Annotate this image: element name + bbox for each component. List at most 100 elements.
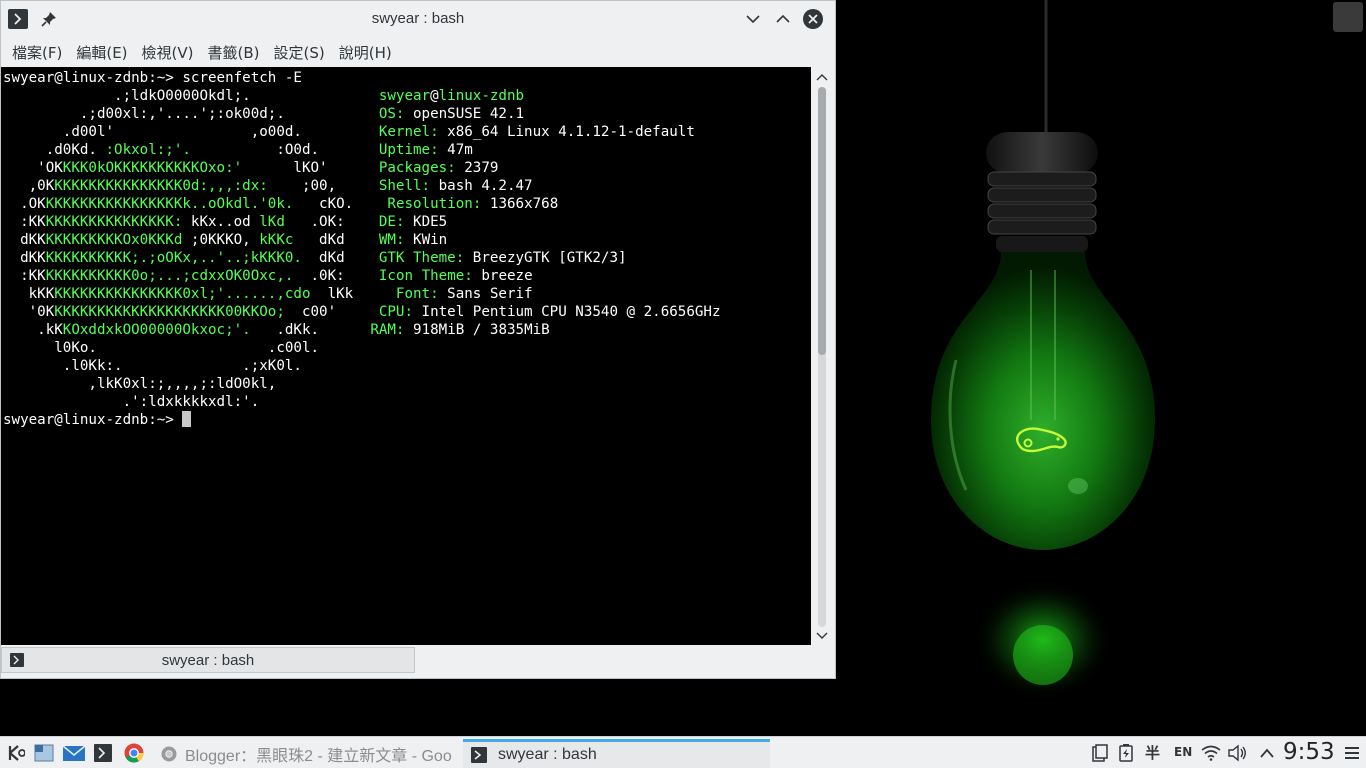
info-value: KDE5 bbox=[404, 214, 448, 230]
wifi-icon bbox=[1201, 745, 1221, 761]
info-key: Packages: bbox=[378, 160, 456, 176]
ascii-segment: .dKk. bbox=[250, 322, 371, 338]
menu-help[interactable]: 說明(H) bbox=[332, 42, 399, 63]
mail-icon bbox=[63, 745, 85, 761]
desktop-icon bbox=[34, 744, 54, 762]
ascii-segment: KKKKKKKKKKKKKKK0xl;'......,cdo bbox=[54, 286, 311, 302]
info-value: x86_64 Linux 4.1.12-1-default bbox=[438, 124, 695, 140]
network-tray[interactable] bbox=[1201, 744, 1221, 762]
clipboard-tray[interactable] bbox=[1091, 744, 1109, 762]
konsole-launcher[interactable] bbox=[94, 744, 112, 762]
ascii-segment: ,lkK0xl:;,,,,;:ldO0kl, bbox=[3, 376, 379, 392]
info-key: OS: bbox=[378, 106, 405, 122]
terminal-output[interactable]: swyear@linux-zdnb:~> screenfetch -E .;ld… bbox=[1, 67, 811, 645]
application-launcher[interactable] bbox=[7, 744, 25, 762]
ascii-segment: ;0KKKO, bbox=[182, 232, 260, 248]
ascii-segment: :Okxol:;'. bbox=[105, 142, 191, 158]
show-desktop-launcher[interactable] bbox=[34, 744, 54, 762]
ascii-segment: KOxddxkOO00000Okxoc;'. bbox=[62, 322, 251, 338]
ascii-segment: dKd bbox=[293, 232, 379, 248]
tab-swyear-bash[interactable]: swyear : bash bbox=[1, 647, 415, 673]
speaker-icon bbox=[1228, 744, 1246, 762]
task-label: swyear : bash bbox=[498, 746, 597, 763]
info-value: KWin bbox=[404, 232, 448, 248]
info-key: Resolution: bbox=[387, 196, 482, 212]
ascii-segment: :KK bbox=[3, 268, 46, 284]
info-value: Intel Pentium CPU N3540 @ 2.6656GHz bbox=[413, 304, 721, 320]
ascii-segment: ;00, bbox=[267, 178, 379, 194]
kde-logo-icon bbox=[8, 745, 25, 761]
terminal-icon bbox=[471, 747, 487, 763]
info-value: 1366x768 bbox=[481, 196, 559, 212]
info-value: 918MiB / 3835MiB bbox=[404, 322, 550, 338]
keyboard-layout-tray[interactable]: EN bbox=[1174, 745, 1192, 759]
tab-label: swyear : bash bbox=[161, 651, 255, 669]
info-value: 2379 bbox=[455, 160, 499, 176]
chrome-launcher[interactable] bbox=[124, 743, 144, 763]
lightbulb-wallpaper-image bbox=[931, 0, 1155, 700]
maximize-button[interactable] bbox=[772, 8, 794, 30]
chrome-icon bbox=[124, 743, 144, 763]
taskbar-panel: Blogger：黑眼珠2 - 建立新文章 - Goo swyear : bash… bbox=[0, 736, 1366, 768]
scroll-down-icon[interactable] bbox=[816, 631, 828, 641]
mail-launcher[interactable] bbox=[63, 744, 85, 762]
ascii-segment: KKKKKKKKKK;.;oOKx,..'..;kKKK0. bbox=[45, 250, 302, 266]
konsole-window[interactable]: swyear : bash 檔案(F) 編輯(E) 檢視(V) 書籤(B) 設定… bbox=[0, 0, 836, 679]
ascii-segment: KKKKKKKKKKKKKKKKKKKK00KKOo; bbox=[54, 304, 285, 320]
chevron-up-icon bbox=[1260, 748, 1274, 758]
menu-settings[interactable]: 設定(S) bbox=[267, 42, 332, 63]
tray-expand-button[interactable] bbox=[1258, 744, 1276, 762]
window-title: swyear : bash bbox=[371, 10, 465, 27]
terminal-icon bbox=[94, 744, 112, 762]
ascii-segment: kKx..od bbox=[182, 214, 260, 230]
info-key: CPU: bbox=[378, 304, 414, 320]
input-method-tray[interactable]: 半 bbox=[1145, 742, 1160, 763]
battery-tray[interactable] bbox=[1117, 744, 1135, 762]
ascii-segment: lKO' bbox=[242, 160, 379, 176]
scrollbar-thumb[interactable] bbox=[818, 87, 826, 355]
ascii-segment: c00' bbox=[284, 304, 379, 320]
info-at: @ bbox=[430, 88, 439, 104]
ascii-segment: dKd bbox=[301, 250, 379, 266]
ascii-segment: KKKKKKKKKKKKKKKKk..oOkdl.'0k. bbox=[45, 196, 294, 212]
ascii-segment: lKk bbox=[310, 286, 396, 302]
window-titlebar[interactable]: swyear : bash bbox=[1, 1, 835, 38]
ascii-segment: KKKKKKKKKKKKKKK: bbox=[45, 214, 183, 230]
chrome-icon bbox=[161, 746, 177, 761]
info-key: Shell: bbox=[378, 178, 431, 194]
close-button[interactable] bbox=[802, 8, 824, 30]
volume-tray[interactable] bbox=[1228, 744, 1248, 762]
ascii-segment: l0Ko. .c00l. bbox=[3, 340, 379, 356]
ascii-segment: :O0d. bbox=[190, 142, 379, 158]
menu-file[interactable]: 檔案(F) bbox=[5, 42, 69, 63]
menu-edit[interactable]: 編輯(E) bbox=[69, 42, 134, 63]
ascii-segment: cKO. bbox=[293, 196, 388, 212]
panel-toolbox-button[interactable] bbox=[1343, 744, 1361, 762]
info-key: DE: bbox=[378, 214, 405, 230]
menu-bookmarks[interactable]: 書籤(B) bbox=[201, 42, 267, 63]
terminal-command-line: swyear@linux-zdnb:~> screenfetch -E bbox=[3, 70, 302, 86]
digital-clock[interactable]: 9:53 bbox=[1283, 737, 1335, 768]
info-key: Uptime: bbox=[378, 142, 439, 158]
ascii-segment: .':ldxkkkkxdl:'. bbox=[3, 394, 379, 410]
ascii-segment: .;d00xl:,'....';:ok00d;. bbox=[3, 106, 379, 122]
menu-view[interactable]: 檢視(V) bbox=[135, 42, 201, 63]
task-blogger-chrome[interactable]: Blogger：黑眼珠2 - 建立新文章 - Goo bbox=[155, 739, 460, 768]
task-konsole[interactable]: swyear : bash bbox=[463, 739, 770, 768]
scroll-up-icon[interactable] bbox=[816, 72, 828, 82]
ascii-segment: .OK: bbox=[284, 214, 379, 230]
info-key: Font: bbox=[395, 286, 439, 302]
info-value: BreezyGTK [GTK2/3] bbox=[464, 250, 627, 266]
terminal-scrollbar[interactable] bbox=[811, 67, 835, 645]
ascii-segment: .;ldkO0000Okdl;. bbox=[3, 88, 379, 104]
ascii-segment: KKKKKKKKKOx0KKKd bbox=[45, 232, 183, 248]
ascii-segment: kKKc bbox=[259, 232, 294, 248]
info-key: RAM: bbox=[370, 322, 405, 338]
minimize-button[interactable] bbox=[742, 8, 764, 30]
ascii-segment: KKKKKKKKKKKKKKK0d:,,,:dx: bbox=[54, 178, 268, 194]
info-key: Kernel: bbox=[378, 124, 439, 140]
ascii-segment: dKK bbox=[3, 250, 46, 266]
ascii-segment: kKK bbox=[3, 286, 55, 302]
chevron-down-icon bbox=[746, 15, 760, 24]
info-host: linux-zdnb bbox=[438, 88, 525, 104]
